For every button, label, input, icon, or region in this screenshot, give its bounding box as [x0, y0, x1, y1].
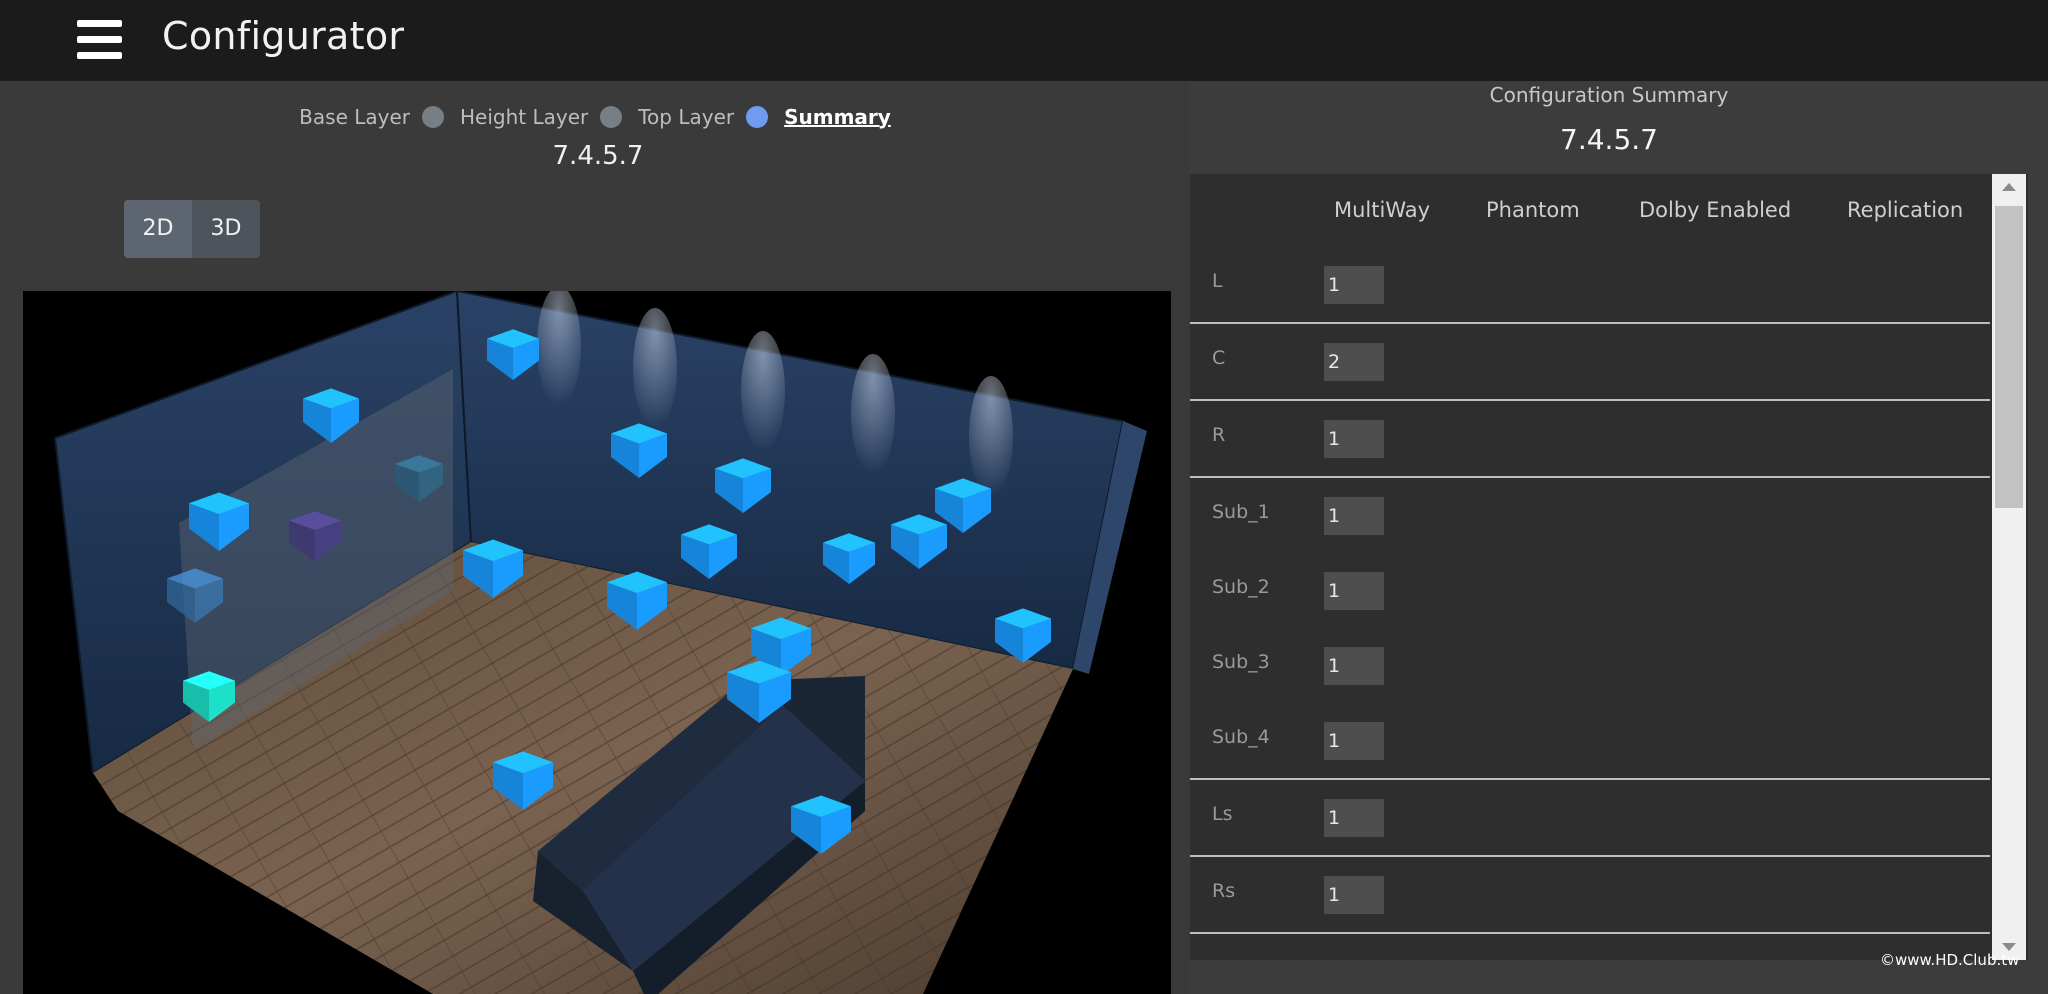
view-toggle: 2D 3D [124, 200, 260, 258]
step-dot-icon [600, 105, 623, 128]
app-header: Configurator [0, 0, 2048, 81]
step-summary[interactable]: Summary [784, 105, 891, 129]
viewer-panel: Base Layer Height Layer Top Layer Summary 7… [0, 81, 1190, 994]
table-scrollbar[interactable] [1992, 174, 2026, 960]
table-row: Sub_4 1 [1190, 704, 1990, 780]
row-label: Sub_4 [1212, 726, 1270, 748]
row-label: Sub_3 [1212, 651, 1270, 673]
column-phantom: Phantom [1486, 198, 1580, 222]
step-base-layer[interactable]: Base Layer [299, 105, 410, 129]
multiway-input[interactable]: 1 [1324, 266, 1384, 304]
multiway-input[interactable]: 1 [1324, 572, 1384, 610]
multiway-input[interactable]: 1 [1324, 876, 1384, 914]
table-row: Sub_1 1 [1190, 479, 1990, 555]
step-dot-active-icon [746, 105, 769, 128]
scroll-thumb[interactable] [1995, 206, 2023, 508]
multiway-input[interactable]: 1 [1324, 799, 1384, 837]
row-label: Rs [1212, 880, 1236, 902]
multiway-input[interactable]: 1 [1324, 647, 1384, 685]
app-title: Configurator [162, 14, 405, 58]
column-replication: Replication [1847, 198, 1964, 222]
row-label: Ls [1212, 803, 1233, 825]
view-3d-button[interactable]: 3D [192, 200, 260, 258]
table-row: Rs 1 [1190, 858, 1990, 934]
table-row: Ls 1 [1190, 781, 1990, 857]
row-label: C [1212, 347, 1226, 369]
row-label: L [1212, 270, 1223, 292]
table-row: Sub_3 1 [1190, 629, 1990, 705]
row-label: R [1212, 424, 1226, 446]
layer-stepper: Base Layer Height Layer Top Layer Summary [0, 103, 1190, 129]
table-header: MultiWay Phantom Dolby Enabled Replicati… [1190, 174, 1990, 248]
table-row: Sub_2 1 [1190, 554, 1990, 630]
table-row: C 2 [1190, 325, 1990, 401]
hamburger-menu-icon[interactable] [77, 20, 122, 60]
step-top-layer[interactable]: Top Layer [638, 105, 734, 129]
config-version: 7.4.5.7 [552, 141, 644, 171]
summary-version: 7.4.5.7 [1560, 123, 1658, 156]
room-3d-viewport[interactable] [23, 291, 1171, 994]
multiway-input[interactable]: 1 [1324, 497, 1384, 535]
column-multiway: MultiWay [1334, 198, 1431, 222]
row-label: Sub_2 [1212, 576, 1270, 598]
multiway-input[interactable]: 1 [1324, 420, 1384, 458]
table-row: L 1 [1190, 248, 1990, 324]
configuration-summary-panel: Configuration Summary 7.4.5.7 MultiWay P… [1190, 81, 2048, 994]
table-row: R 1 [1190, 402, 1990, 478]
watermark: ©www.HD.Club.tw [1880, 951, 2020, 969]
scroll-up-arrow-icon[interactable] [1992, 174, 2026, 200]
column-dolby-enabled: Dolby Enabled [1639, 198, 1792, 222]
row-label: Sub_1 [1212, 501, 1270, 523]
step-dot-icon [422, 105, 444, 128]
view-2d-button[interactable]: 2D [124, 200, 192, 258]
multiway-input[interactable]: 1 [1324, 722, 1384, 760]
summary-table: MultiWay Phantom Dolby Enabled Replicati… [1190, 174, 2028, 960]
summary-title: Configuration Summary [1489, 83, 1729, 107]
multiway-input[interactable]: 2 [1324, 343, 1384, 381]
room-scene [53, 291, 1147, 994]
step-height-layer[interactable]: Height Layer [460, 105, 588, 129]
